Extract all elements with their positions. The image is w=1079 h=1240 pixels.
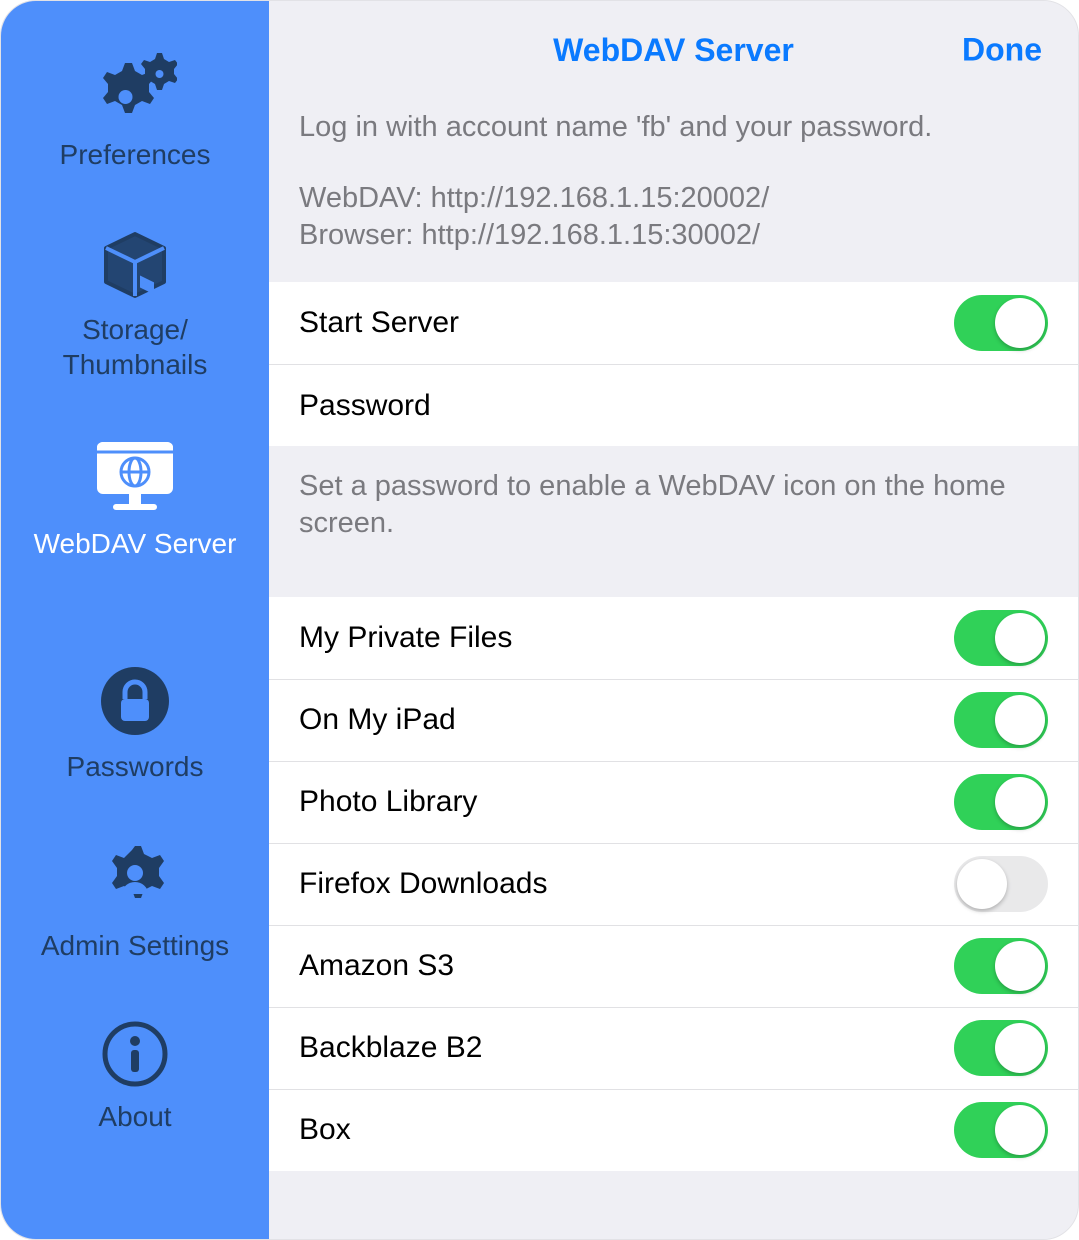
sidebar-item-label: Admin Settings (41, 928, 229, 963)
start-server-label: Start Server (299, 306, 954, 340)
share-row: Amazon S3 (269, 925, 1078, 1007)
password-label: Password (299, 389, 1048, 423)
sidebar-item-preferences[interactable]: Preferences (1, 53, 269, 172)
server-icon (89, 438, 181, 516)
share-toggle[interactable] (954, 692, 1048, 748)
info-webdav-line: WebDAV: http://192.168.1.15:20002/ (299, 180, 1048, 217)
done-button[interactable]: Done (962, 32, 1042, 69)
info-icon (100, 1019, 170, 1089)
sidebar-item-passwords[interactable]: Passwords (1, 663, 269, 784)
sidebar-item-label: Storage/ Thumbnails (63, 312, 208, 382)
start-server-row: Start Server (269, 282, 1078, 364)
sidebar-item-about[interactable]: About (1, 1019, 269, 1134)
share-label: Box (299, 1113, 954, 1147)
share-label: Backblaze B2 (299, 1031, 954, 1065)
share-row: My Private Files (269, 597, 1078, 679)
app-root: Preferences Storage/ Thumbnails (0, 0, 1079, 1240)
info-browser-line: Browser: http://192.168.1.15:30002/ (299, 217, 1048, 254)
share-row: Box (269, 1089, 1078, 1171)
password-footer-note: Set a password to enable a WebDAV icon o… (269, 446, 1078, 542)
sidebar-item-webdav[interactable]: WebDAV Server (1, 438, 269, 561)
sidebar: Preferences Storage/ Thumbnails (1, 1, 269, 1239)
share-toggle[interactable] (954, 774, 1048, 830)
sidebar-item-label: Passwords (67, 749, 204, 784)
sidebar-item-label: WebDAV Server (34, 526, 237, 561)
content-scroll[interactable]: Log in with account name 'fb' and your p… (269, 99, 1078, 1171)
package-icon (98, 228, 172, 302)
share-toggle[interactable] (954, 1102, 1048, 1158)
sidebar-item-label: About (98, 1099, 171, 1134)
info-login-line: Log in with account name 'fb' and your p… (299, 109, 1048, 146)
main-panel: WebDAV Server Done Log in with account n… (269, 1, 1078, 1239)
share-label: Firefox Downloads (299, 867, 954, 901)
shares-group: My Private Files On My iPad Photo Library F… (269, 597, 1078, 1171)
start-server-toggle[interactable] (954, 295, 1048, 351)
info-text: Log in with account name 'fb' and your p… (269, 109, 1078, 282)
gears-icon (93, 53, 177, 127)
share-label: My Private Files (299, 621, 954, 655)
share-toggle[interactable] (954, 610, 1048, 666)
server-group: Start Server Password (269, 282, 1078, 446)
page-title: WebDAV Server (553, 32, 794, 69)
share-row: Backblaze B2 (269, 1007, 1078, 1089)
sidebar-item-storage[interactable]: Storage/ Thumbnails (1, 228, 269, 382)
sidebar-item-admin[interactable]: Admin Settings (1, 840, 269, 963)
share-label: On My iPad (299, 703, 954, 737)
share-row: Firefox Downloads (269, 843, 1078, 925)
share-toggle[interactable] (954, 1020, 1048, 1076)
share-toggle[interactable] (954, 856, 1048, 912)
lock-icon (97, 663, 173, 739)
share-label: Photo Library (299, 785, 954, 819)
share-label: Amazon S3 (299, 949, 954, 983)
password-row[interactable]: Password (269, 364, 1078, 446)
share-toggle[interactable] (954, 938, 1048, 994)
share-row: On My iPad (269, 679, 1078, 761)
usergear-icon (96, 840, 174, 918)
share-row: Photo Library (269, 761, 1078, 843)
sidebar-item-label: Preferences (60, 137, 211, 172)
navbar: WebDAV Server Done (269, 1, 1078, 99)
